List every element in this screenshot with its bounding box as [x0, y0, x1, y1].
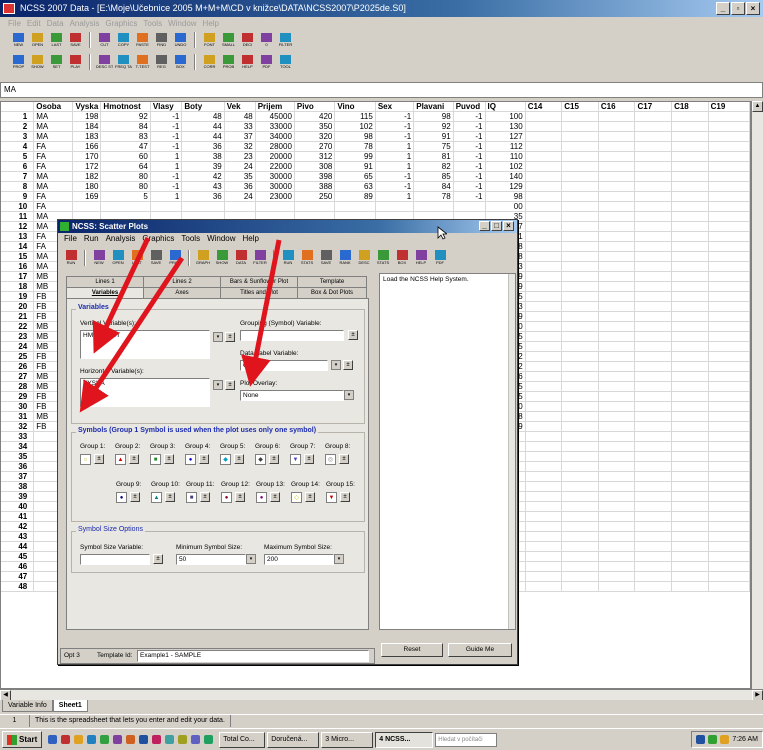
annotation-arrows: [79, 236, 282, 413]
annotation-arrow-horizontal: [79, 256, 185, 413]
annotation-arrow-data-label: [241, 239, 282, 387]
